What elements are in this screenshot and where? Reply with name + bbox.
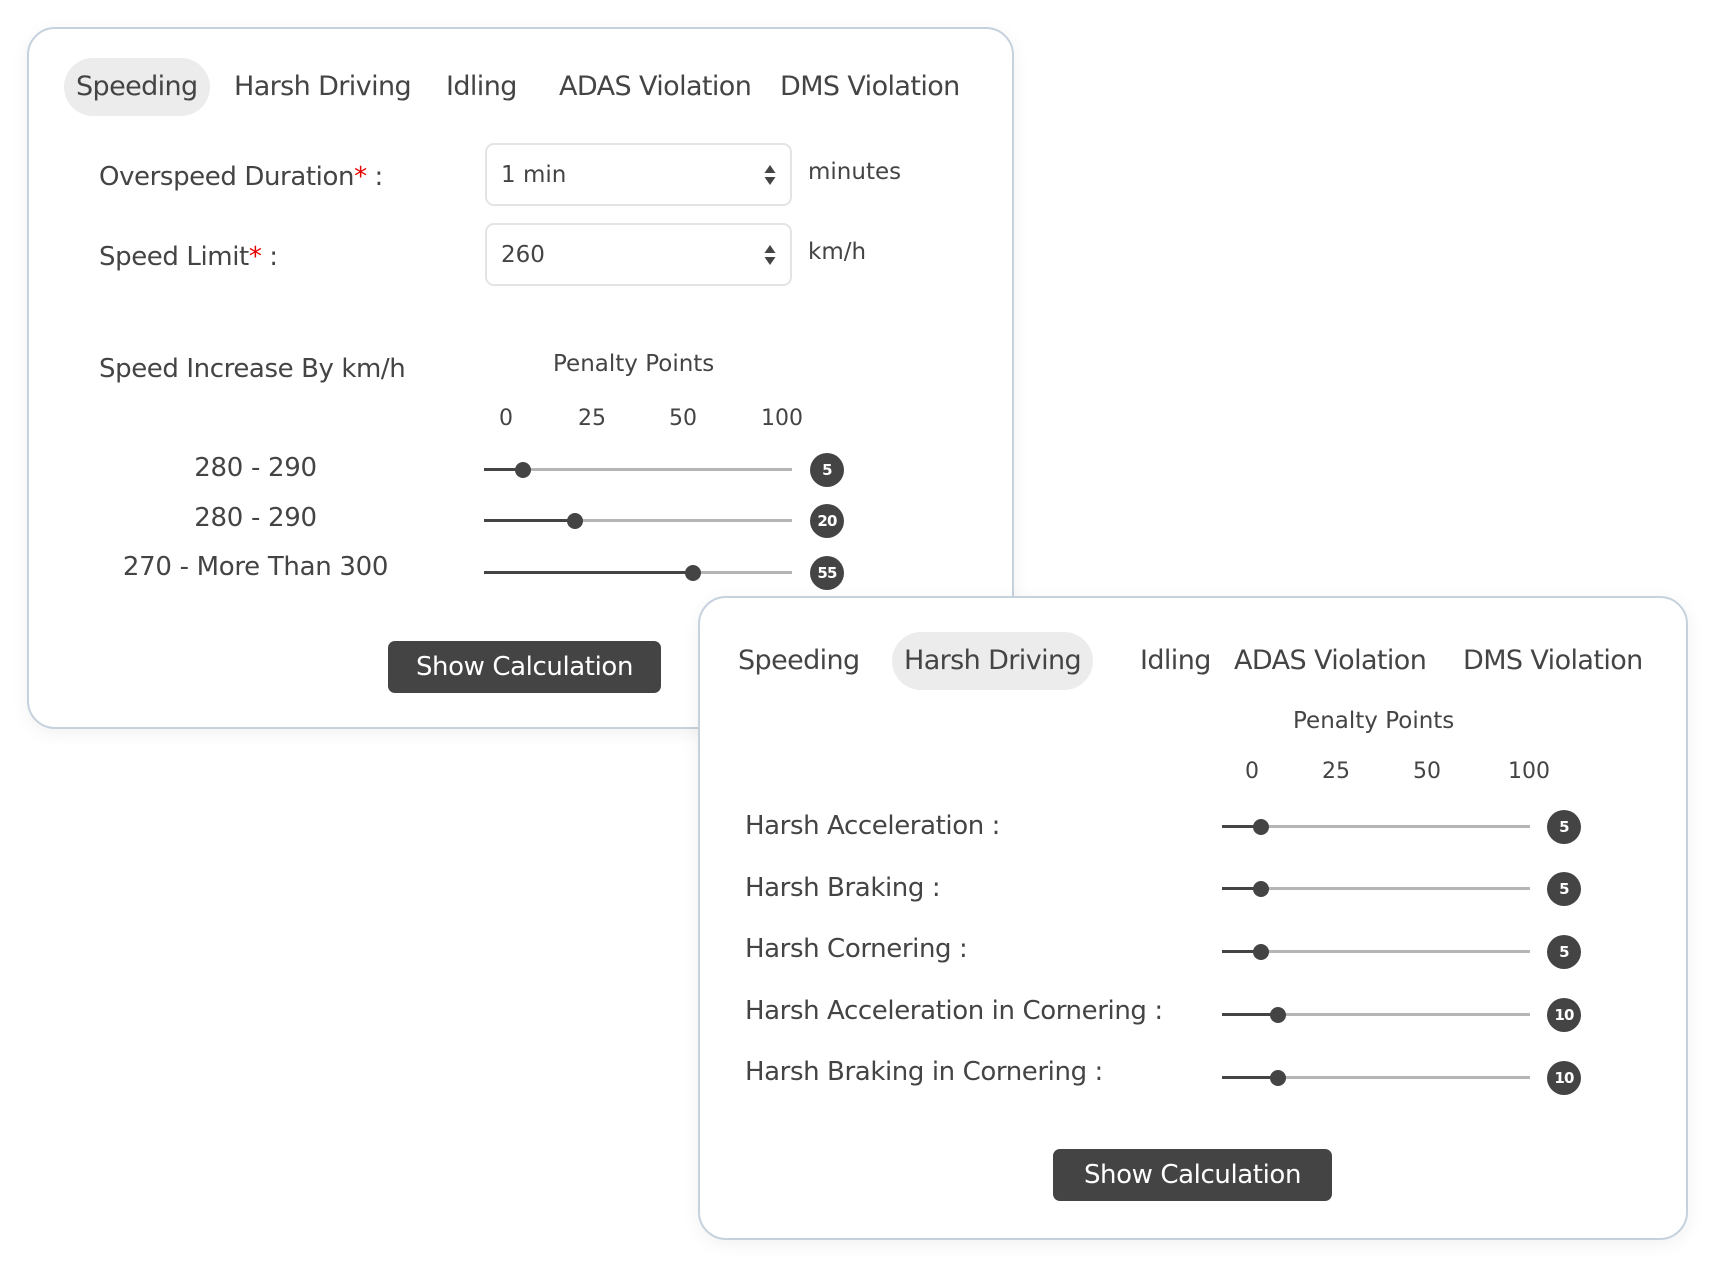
show-calculation-button[interactable]: Show Calculation	[1053, 1149, 1332, 1201]
harsh-driving-settings-panel: Speeding Harsh Driving Idling ADAS Viola…	[698, 596, 1688, 1240]
scale-tick: 100	[761, 406, 803, 431]
overspeed-duration-select[interactable]: 1 min	[485, 143, 792, 206]
tab-speeding[interactable]: Speeding	[64, 58, 210, 116]
scale-tick: 100	[1508, 759, 1550, 784]
speed-range-label: 280 - 290	[194, 453, 317, 483]
harsh-event-label: Harsh Cornering :	[745, 934, 968, 964]
slider-thumb[interactable]	[1270, 1007, 1287, 1023]
speed-limit-unit: km/h	[808, 239, 867, 265]
scale-tick: 50	[1413, 759, 1441, 784]
speed-range-label: 280 - 290	[194, 503, 317, 533]
harsh-event-label: Harsh Braking :	[745, 873, 941, 903]
tab-adas-violation[interactable]: ADAS Violation	[1234, 632, 1427, 690]
slider-thumb[interactable]	[1252, 819, 1269, 835]
speed-limit-text: Speed Limit	[99, 242, 249, 272]
tab-adas-violation[interactable]: ADAS Violation	[559, 58, 752, 116]
penalty-value-badge: 5	[810, 453, 844, 487]
penalty-points-header: Penalty Points	[553, 351, 715, 377]
overspeed-duration-label: Overspeed Duration* :	[99, 162, 383, 192]
speed-limit-value: 260	[501, 241, 545, 268]
tab-harsh-driving[interactable]: Harsh Driving	[892, 632, 1094, 690]
speed-limit-label: Speed Limit* :	[99, 242, 278, 272]
scale-tick: 25	[578, 406, 606, 431]
speed-range-label: 270 - More Than 300	[122, 552, 389, 582]
penalty-value-badge: 55	[810, 556, 844, 590]
up-down-arrows-icon	[764, 164, 776, 185]
penalty-slider[interactable]	[1222, 1066, 1530, 1090]
slider-thumb[interactable]	[1252, 944, 1269, 960]
penalty-value-badge: 20	[810, 504, 844, 538]
scale-tick: 50	[669, 406, 697, 431]
penalty-value-badge: 5	[1547, 872, 1581, 906]
tab-harsh-driving[interactable]: Harsh Driving	[234, 58, 412, 116]
penalty-slider[interactable]	[1222, 877, 1530, 901]
harsh-event-label: Harsh Acceleration :	[745, 811, 1001, 841]
penalty-value-badge: 10	[1547, 998, 1581, 1032]
penalty-slider[interactable]	[1222, 940, 1530, 964]
required-asterisk: *	[248, 242, 262, 272]
tab-speeding[interactable]: Speeding	[738, 632, 860, 690]
slider-thumb[interactable]	[1252, 881, 1269, 897]
slider-fill	[484, 571, 693, 574]
slider-thumb[interactable]	[684, 565, 701, 581]
scale-tick: 0	[1245, 759, 1259, 784]
penalty-slider[interactable]	[1222, 1003, 1530, 1027]
penalty-points-header: Penalty Points	[1293, 708, 1455, 734]
penalty-slider[interactable]	[484, 509, 792, 533]
label-colon: :	[366, 162, 384, 192]
penalty-slider[interactable]	[484, 458, 792, 482]
penalty-slider[interactable]	[1222, 815, 1530, 839]
harsh-event-label: Harsh Braking in Cornering :	[745, 1057, 1103, 1087]
penalty-value-badge: 5	[1547, 810, 1581, 844]
slider-thumb[interactable]	[514, 462, 531, 478]
overspeed-duration-text: Overspeed Duration	[99, 162, 355, 192]
tab-dms-violation[interactable]: DMS Violation	[780, 58, 960, 116]
overspeed-duration-value: 1 min	[501, 161, 567, 188]
tab-idling[interactable]: Idling	[446, 58, 517, 116]
penalty-value-badge: 5	[1547, 935, 1581, 969]
scale-tick: 25	[1322, 759, 1350, 784]
penalty-slider[interactable]	[484, 561, 792, 585]
speed-limit-select[interactable]: 260	[485, 223, 792, 286]
speed-increase-header: Speed Increase By km/h	[99, 354, 406, 384]
slider-fill	[484, 519, 575, 522]
show-calculation-button[interactable]: Show Calculation	[388, 641, 661, 693]
penalty-value-badge: 10	[1547, 1061, 1581, 1095]
tab-dms-violation[interactable]: DMS Violation	[1463, 632, 1643, 690]
label-colon: :	[261, 242, 278, 272]
tab-idling[interactable]: Idling	[1140, 632, 1211, 690]
overspeed-duration-unit: minutes	[808, 159, 902, 185]
up-down-arrows-icon	[764, 244, 776, 265]
required-asterisk: *	[354, 162, 367, 192]
harsh-event-label: Harsh Acceleration in Cornering :	[745, 996, 1163, 1026]
slider-thumb[interactable]	[566, 513, 583, 529]
scale-tick: 0	[499, 406, 513, 431]
slider-thumb[interactable]	[1270, 1070, 1287, 1086]
